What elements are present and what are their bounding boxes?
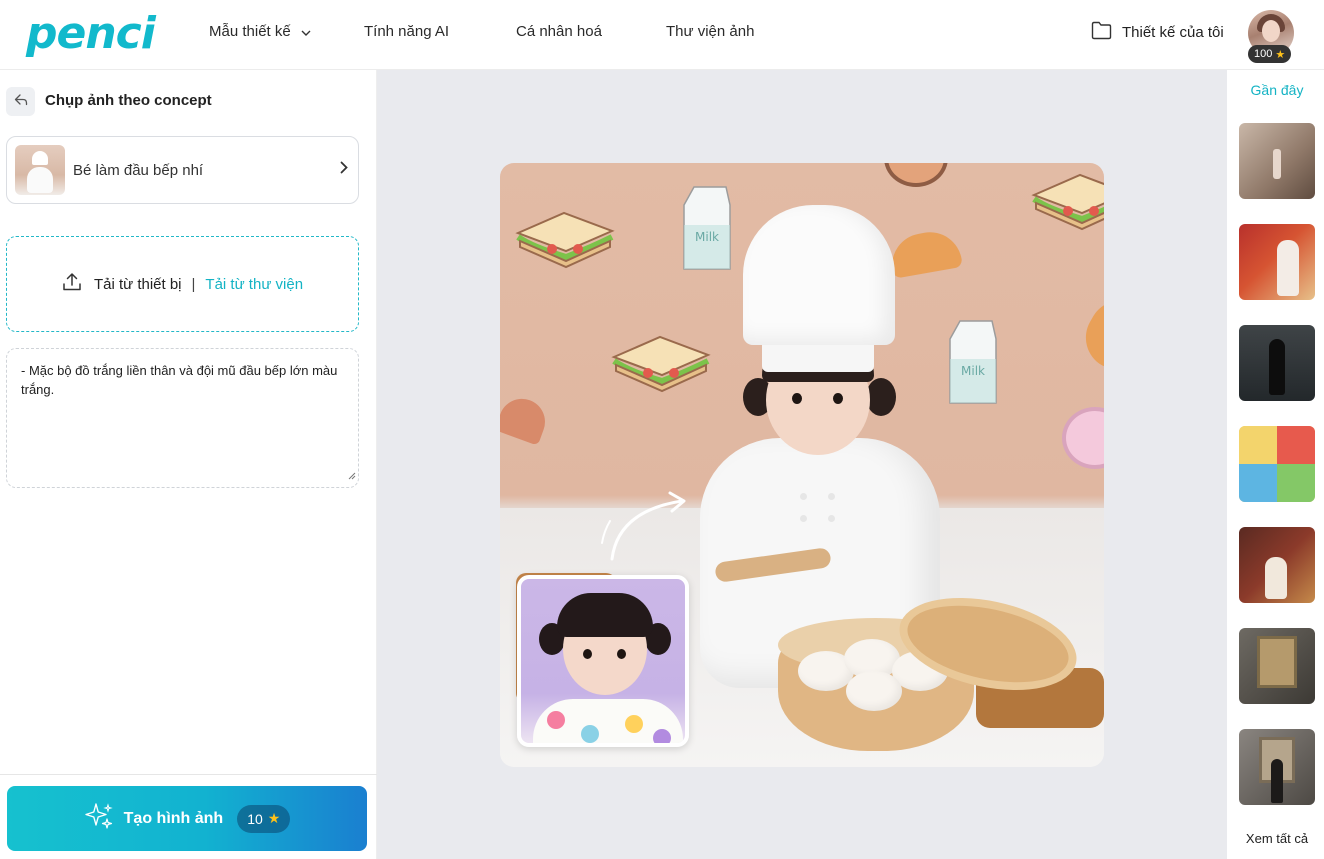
inset-eye <box>583 649 592 659</box>
thumb-figure <box>1271 759 1283 803</box>
inset-hair <box>557 593 653 637</box>
sandwich-illustration <box>515 211 615 269</box>
nav-item-mau-thiet-ke[interactable]: Mẫu thiết kế <box>209 22 311 42</box>
upload-dropzone[interactable]: Tải từ thiết bị | Tải từ thư viện <box>6 236 359 332</box>
recent-thumbnail-1[interactable] <box>1239 123 1315 199</box>
generate-image-button[interactable]: Tạo hình ảnh 10 ★ <box>7 786 367 851</box>
left-footer: Tạo hình ảnh 10 ★ <box>0 774 377 859</box>
back-button[interactable] <box>6 87 35 116</box>
recent-thumbnail-5[interactable] <box>1239 527 1315 603</box>
star-icon: ★ <box>1275 48 1286 61</box>
shirt-flower <box>625 715 643 733</box>
credits-badge: 100 ★ <box>1248 45 1292 63</box>
thumb-chef-hat <box>32 151 48 165</box>
recent-thumbnail-6[interactable] <box>1239 628 1315 704</box>
view-all-link[interactable]: Xem tất cả <box>1227 831 1324 846</box>
milk-carton-illustration: Milk <box>949 320 997 404</box>
shirt-flower <box>653 729 671 743</box>
baby-eye <box>792 393 802 404</box>
uniform-button <box>800 493 807 500</box>
upload-from-library-button[interactable]: Tải từ thư viện <box>205 276 303 293</box>
shirt-flower <box>547 711 565 729</box>
panel-title: Chụp ảnh theo concept <box>45 92 212 109</box>
source-photo-inset <box>517 575 689 747</box>
croissant-illustration <box>1074 288 1104 370</box>
upload-icon <box>62 272 94 296</box>
upload-separator: | <box>191 275 196 293</box>
generate-cost-badge: 10 ★ <box>237 804 291 833</box>
nav-item-ca-nhan-hoa[interactable]: Cá nhân hoá <box>516 22 602 42</box>
chevron-right-icon <box>340 161 348 179</box>
generate-cost: 10 <box>247 810 263 827</box>
nav-label: Mẫu thiết kế <box>209 23 291 40</box>
thumb-figure <box>1269 339 1285 395</box>
croissant-illustration <box>887 227 963 279</box>
thumb-frame <box>1257 636 1297 688</box>
thumb-quadrant <box>1277 464 1315 502</box>
prompt-text: - Mặc bộ đồ trắng liền thân và đội mũ đầ… <box>21 363 338 397</box>
chef-hat <box>743 205 895 345</box>
thumb-baby-body <box>27 167 53 193</box>
penci-logo[interactable]: penci <box>26 6 156 62</box>
concept-label: Bé làm đầu bếp nhí <box>73 161 204 179</box>
concept-thumbnail <box>15 145 65 195</box>
my-designs-link[interactable]: Thiết kế của tôi <box>1091 20 1224 44</box>
recent-title: Gần đây <box>1250 82 1304 98</box>
result-photo[interactable]: Milk Milk <box>500 163 1104 767</box>
prompt-textarea[interactable]: - Mặc bộ đồ trắng liền thân và đội mũ đầ… <box>6 348 359 488</box>
donut-illustration <box>884 163 948 187</box>
back-arrow-icon <box>14 93 28 111</box>
thumb-figure <box>1265 557 1287 599</box>
sparkle-icon <box>84 801 124 836</box>
my-designs-label: Thiết kế của tôi <box>1122 23 1224 41</box>
milk-label: Milk <box>695 230 719 244</box>
donut-illustration <box>1062 407 1104 469</box>
pretzel-illustration <box>500 392 552 446</box>
generate-label: Tạo hình ảnh <box>123 809 224 827</box>
recent-thumbnail-2[interactable] <box>1239 224 1315 300</box>
avatar-face <box>1262 20 1280 42</box>
concept-selector[interactable]: Bé làm đầu bếp nhí <box>6 136 359 204</box>
steamed-bun <box>846 671 902 711</box>
sandwich-illustration <box>1031 173 1104 231</box>
credits-count: 100 <box>1254 48 1273 60</box>
recent-thumbnail-4[interactable] <box>1239 426 1315 502</box>
recent-thumbnail-3[interactable] <box>1239 325 1315 401</box>
star-icon: ★ <box>267 810 281 826</box>
nav-item-thu-vien-anh[interactable]: Thư viện ảnh <box>666 22 754 42</box>
recent-panel: Gần đây Xem tất cả <box>1227 70 1324 859</box>
thumb-quadrant <box>1239 464 1277 502</box>
left-panel: Chụp ảnh theo concept Bé làm đầu bếp nhí… <box>0 70 377 859</box>
uniform-button <box>828 493 835 500</box>
thumb-quadrant <box>1239 426 1277 464</box>
uniform-button <box>828 515 835 522</box>
milk-label: Milk <box>961 364 985 378</box>
inset-eye <box>617 649 626 659</box>
thumb-quadrant <box>1277 426 1315 464</box>
chevron-down-icon <box>301 22 311 42</box>
nav-item-tinh-nang-ai[interactable]: Tính năng AI <box>364 22 449 42</box>
sandwich-illustration <box>611 335 711 393</box>
preview-canvas: Milk Milk <box>377 70 1227 859</box>
milk-carton-illustration: Milk <box>683 186 731 270</box>
recent-thumbnail-7[interactable] <box>1239 729 1315 805</box>
upload-from-device-button[interactable]: Tải từ thiết bị <box>94 276 182 293</box>
baby-pigtail <box>866 378 896 416</box>
transform-arrow-icon <box>601 491 686 561</box>
shirt-flower <box>581 725 599 743</box>
resize-grip-icon[interactable] <box>348 466 356 485</box>
top-header: penci Mẫu thiết kế Tính năng AI Cá nhân … <box>0 0 1324 70</box>
uniform-button <box>800 515 807 522</box>
baby-eye <box>833 393 843 404</box>
thumb-figure <box>1277 240 1299 296</box>
thumb-figure <box>1273 149 1281 179</box>
folder-icon <box>1091 21 1122 44</box>
